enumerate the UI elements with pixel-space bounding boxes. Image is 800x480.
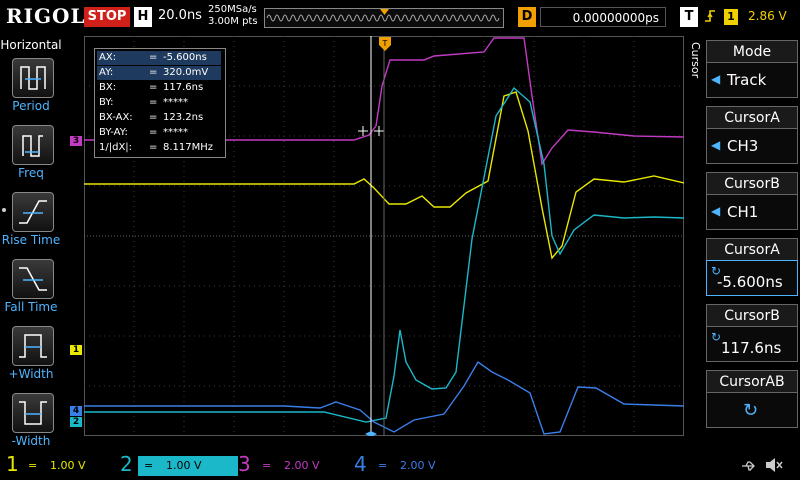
ch4-scale[interactable]: = 2.00 V bbox=[372, 456, 472, 476]
timebase-label: H bbox=[134, 7, 152, 27]
mode-softkey-title: Mode bbox=[706, 40, 798, 62]
period-label: Period bbox=[12, 99, 50, 113]
cursor-b-position-softkey[interactable]: ↻ 117.6ns bbox=[706, 326, 798, 362]
trigger-position-marker bbox=[380, 9, 389, 15]
period-icon bbox=[20, 66, 46, 90]
right-menu-title: Cursor bbox=[689, 42, 702, 79]
cursor-row-ay: AY: = 320.0mV bbox=[97, 66, 221, 80]
cursor-ab-title: CursorAB bbox=[706, 370, 798, 392]
cursor-readout-panel: AX: = -5.600ns AY: = 320.0mV BX: = 117.6ns BY:… bbox=[94, 48, 226, 158]
fall-time-icon bbox=[19, 267, 47, 291]
ch3-scale[interactable]: = 2.00 V bbox=[256, 456, 356, 476]
freq-label: Freq bbox=[18, 166, 44, 180]
pos-width-label: +Width bbox=[8, 367, 54, 381]
trigger-time-marker[interactable]: T bbox=[379, 37, 391, 53]
cursor-b-source-title: CursorB bbox=[706, 172, 798, 194]
cursor-b-source-softkey[interactable]: ◀ CH1 bbox=[706, 194, 798, 230]
mode-value: Track bbox=[727, 71, 767, 89]
cursor-b-position-value: 117.6ns bbox=[721, 339, 782, 357]
rise-time-button[interactable] bbox=[12, 192, 54, 232]
cursor-a-position-title: CursorA bbox=[706, 238, 798, 260]
chevron-left-icon: ◀ bbox=[711, 72, 721, 86]
ch1-number[interactable]: 1 bbox=[6, 452, 19, 476]
ch4-offset-marker[interactable]: 4 bbox=[70, 406, 82, 416]
chevron-left-icon: ◀ bbox=[711, 204, 721, 218]
cursor-row-by: BY: = ***** bbox=[99, 97, 188, 108]
memory-depth: 3.00M pts bbox=[208, 16, 258, 27]
sample-rate: 250MSa/s bbox=[208, 4, 257, 15]
ch2-number[interactable]: 2 bbox=[120, 452, 133, 476]
cursor-b-source-value: CH1 bbox=[727, 203, 759, 221]
cursor-a-source-title: CursorA bbox=[706, 106, 798, 128]
delay-label: D bbox=[518, 7, 536, 27]
ch3-number[interactable]: 3 bbox=[238, 452, 251, 476]
neg-width-icon bbox=[19, 401, 47, 425]
freq-icon bbox=[22, 135, 43, 157]
cursor-row-bx-ax: BX-AX: = 123.2ns bbox=[99, 112, 204, 123]
left-menu-title: Horizontal bbox=[0, 38, 62, 52]
run-stop-indicator[interactable]: STOP bbox=[84, 7, 130, 27]
ch2-offset-marker[interactable]: 2 bbox=[70, 417, 82, 427]
period-button[interactable] bbox=[12, 58, 54, 98]
ch4-number[interactable]: 4 bbox=[354, 452, 367, 476]
trigger-label: T bbox=[680, 7, 698, 27]
knob-rotate-icon: ↻ bbox=[711, 330, 722, 344]
acquisition-info: 250MSa/s 3.00M pts bbox=[208, 4, 258, 28]
pos-width-button[interactable] bbox=[12, 326, 54, 366]
rise-time-label: Rise Time bbox=[1, 233, 61, 247]
trigger-source-channel: 1 bbox=[724, 9, 738, 25]
neg-width-button[interactable] bbox=[12, 393, 54, 433]
trigger-level[interactable]: 2.86 V bbox=[748, 9, 787, 23]
chevron-left-icon: ◀ bbox=[711, 138, 721, 152]
rise-time-icon bbox=[19, 200, 47, 224]
fall-time-label: Fall Time bbox=[4, 300, 58, 314]
cursor-a-position-value: -5.600ns bbox=[717, 273, 783, 291]
ch3-offset-marker[interactable]: 3 bbox=[70, 136, 82, 146]
pos-width-icon bbox=[19, 334, 47, 358]
timebase-value[interactable]: 20.0ns bbox=[158, 8, 202, 23]
neg-width-label: -Width bbox=[11, 434, 51, 448]
freq-button[interactable] bbox=[12, 125, 54, 165]
delay-value[interactable]: 0.00000000ps bbox=[540, 7, 666, 27]
usb-icon bbox=[740, 458, 758, 472]
menu-page-dot bbox=[2, 208, 6, 212]
cursor-ab-softkey[interactable]: ↻ bbox=[706, 392, 798, 428]
cursor-a-source-softkey[interactable]: ◀ CH3 bbox=[706, 128, 798, 164]
ch1-offset-marker[interactable]: 1 bbox=[70, 345, 82, 355]
cursor-a-position-softkey[interactable]: ↻ -5.600ns bbox=[706, 260, 798, 296]
knob-rotate-icon: ↻ bbox=[743, 400, 759, 421]
cursor-row-ax: AX: = -5.600ns bbox=[97, 51, 221, 65]
cursor-row-bx: BX: = 117.6ns bbox=[99, 82, 204, 93]
mode-softkey[interactable]: ◀ Track bbox=[706, 62, 798, 98]
cursor-row-inv-dx: 1/|dX|: = 8.117MHz bbox=[99, 142, 214, 153]
rising-edge-trigger-icon bbox=[704, 8, 720, 28]
ch1-scale[interactable]: = 1.00 V bbox=[22, 456, 122, 476]
cursor-a-source-value: CH3 bbox=[727, 137, 759, 155]
cursor-row-by-ay: BY-AY: = ***** bbox=[99, 127, 188, 138]
svg-text:T: T bbox=[382, 39, 388, 48]
speaker-mute-icon[interactable] bbox=[764, 456, 784, 474]
cursor-b-position-title: CursorB bbox=[706, 304, 798, 326]
memory-overview-waveform bbox=[266, 9, 500, 22]
fall-time-button[interactable] bbox=[12, 259, 54, 299]
brand-logo: RIGOL bbox=[6, 4, 86, 28]
ch2-scale[interactable]: = 1.00 V bbox=[138, 456, 238, 476]
memory-overview-bar[interactable] bbox=[264, 8, 504, 28]
